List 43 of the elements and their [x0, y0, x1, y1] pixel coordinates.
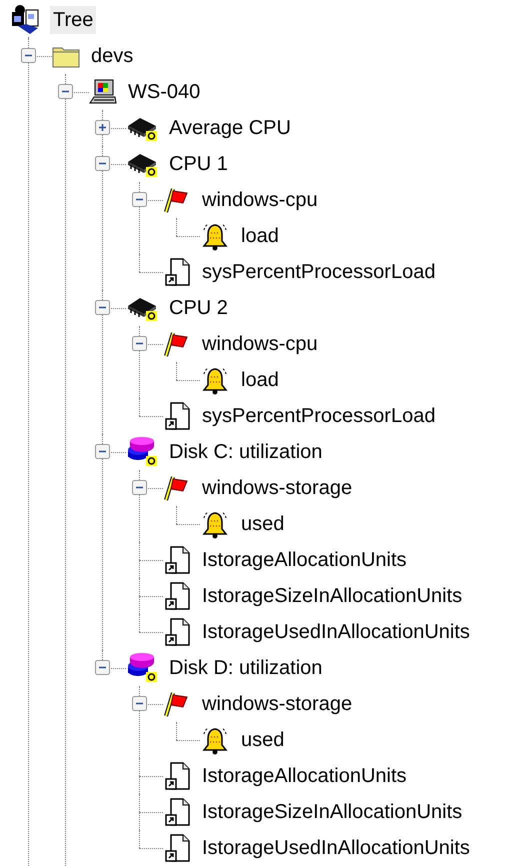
collapse-toggle[interactable]: [95, 300, 110, 315]
tree-item[interactable]: sysPercentProcessorLoad: [199, 402, 438, 430]
tree-item[interactable]: used: [238, 510, 288, 538]
document-icon: [163, 401, 191, 431]
tree-item[interactable]: windows-storage: [199, 690, 356, 718]
tree-item[interactable]: Disk C: utilization: [166, 438, 326, 466]
tree-item[interactable]: Tree: [50, 6, 96, 34]
document-icon: [163, 761, 191, 791]
tree-item[interactable]: used: [238, 726, 288, 754]
collapse-toggle[interactable]: [132, 192, 147, 207]
collapse-toggle[interactable]: [132, 480, 147, 495]
collapse-toggle[interactable]: [132, 696, 147, 711]
tree-item[interactable]: CPU 2: [166, 294, 231, 322]
document-icon: [163, 257, 191, 287]
collapse-toggle[interactable]: [95, 660, 110, 675]
document-icon: [163, 581, 191, 611]
tree-item[interactable]: Average CPU: [166, 114, 294, 142]
expand-toggle[interactable]: [95, 120, 110, 135]
collapse-toggle[interactable]: [58, 84, 73, 99]
collapse-toggle[interactable]: [95, 156, 110, 171]
tree-item[interactable]: WS-040: [125, 78, 204, 106]
collapse-toggle[interactable]: [132, 336, 147, 351]
tree-item[interactable]: IstorageSizeInAllocationUnits: [199, 798, 466, 826]
document-icon: [163, 797, 191, 827]
tree-item[interactable]: windows-cpu: [199, 186, 321, 214]
collapse-toggle[interactable]: [21, 48, 36, 63]
tree-item[interactable]: sysPercentProcessorLoad: [199, 258, 438, 286]
tree-item[interactable]: IstorageSizeInAllocationUnits: [199, 582, 466, 610]
tree-item[interactable]: windows-cpu: [199, 330, 321, 358]
document-icon: [163, 545, 191, 575]
tree-item[interactable]: CPU 1: [166, 150, 231, 178]
tree-item[interactable]: IstorageAllocationUnits: [199, 762, 410, 790]
tree-item[interactable]: load: [238, 366, 282, 394]
tree-item[interactable]: IstorageUsedInAllocationUnits: [199, 834, 473, 862]
tree-item[interactable]: IstorageAllocationUnits: [199, 546, 410, 574]
collapse-toggle[interactable]: [95, 444, 110, 459]
tree-item[interactable]: load: [238, 222, 282, 250]
tree-item[interactable]: Disk D: utilization: [166, 654, 326, 682]
tree-item[interactable]: IstorageUsedInAllocationUnits: [199, 618, 473, 646]
document-icon: [163, 617, 191, 647]
document-icon: [163, 833, 191, 863]
tree-item[interactable]: windows-storage: [199, 474, 356, 502]
tree-item[interactable]: devs: [88, 42, 136, 70]
